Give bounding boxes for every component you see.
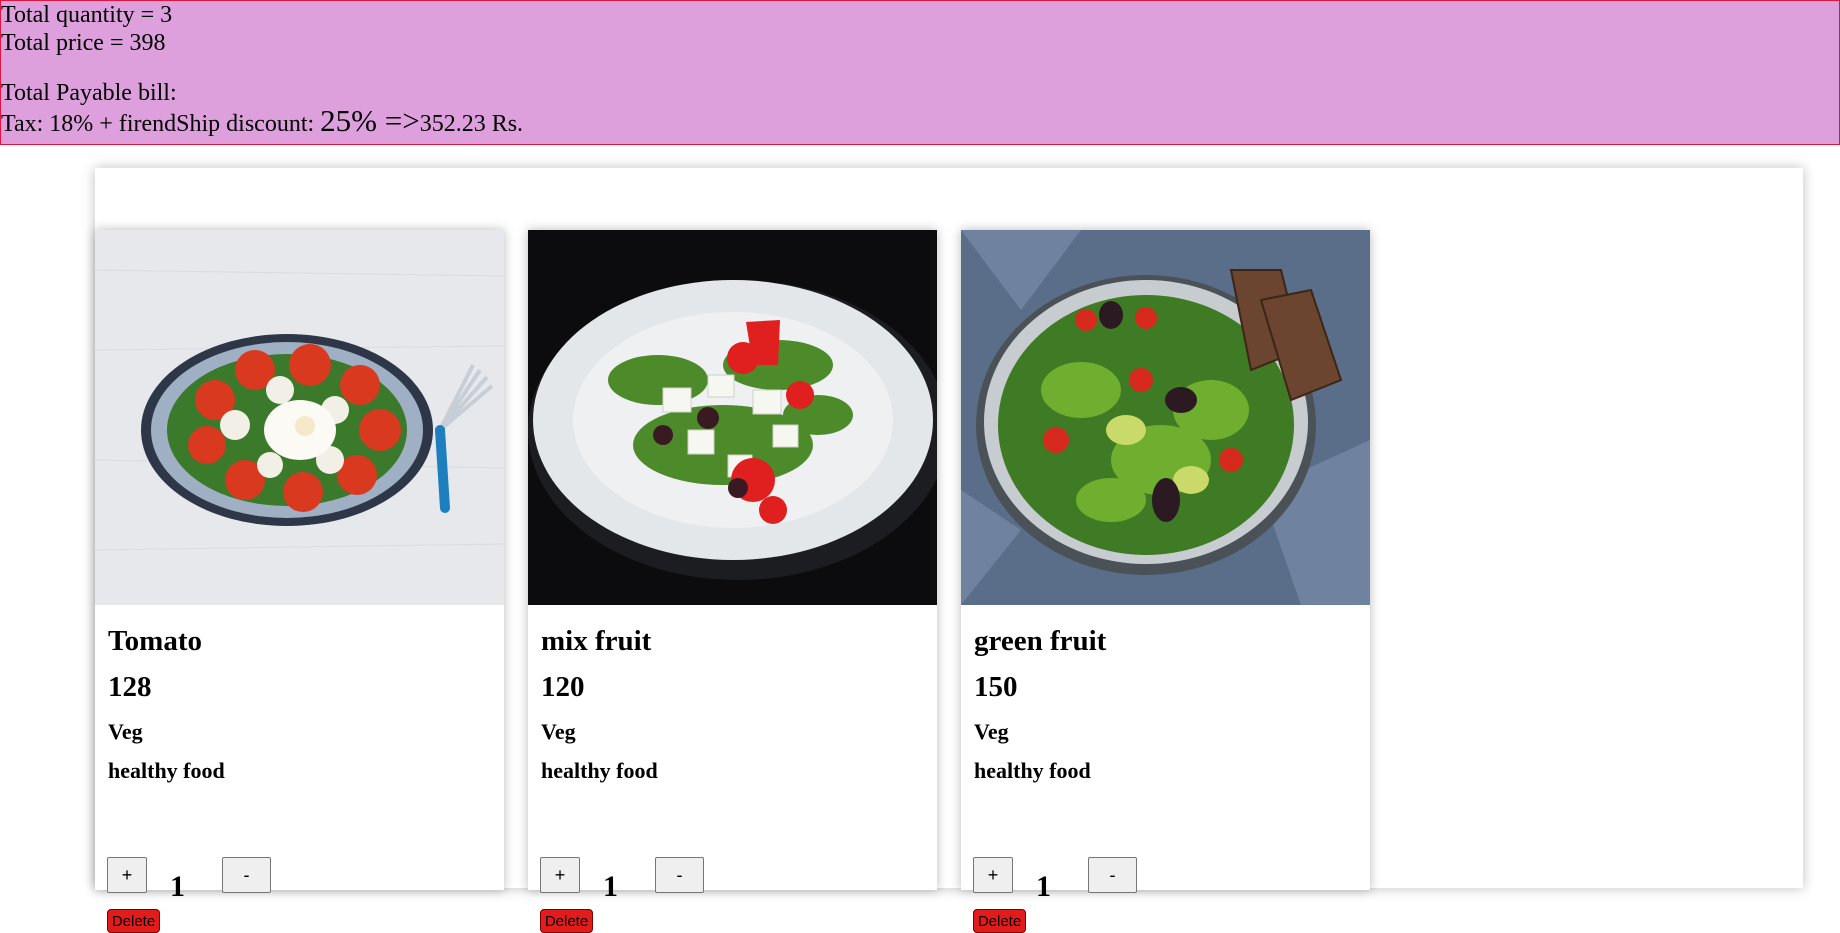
decrement-button[interactable]: - (1088, 857, 1137, 893)
product-panel: Tomato 128 Veg healthy food + 1 - Delete (95, 168, 1803, 933)
decrement-button[interactable]: - (222, 857, 271, 893)
product-image (528, 230, 937, 605)
product-price: 150 (974, 671, 1018, 703)
product-description: healthy food (108, 758, 225, 783)
product-description: healthy food (974, 758, 1091, 783)
discount-value: 25% => (320, 103, 420, 138)
payable-label: Total Payable bill: (1, 80, 177, 106)
delete-button[interactable]: Delete (540, 909, 593, 933)
bill-summary: Total quantity = 3 Total price = 398 Tot… (0, 0, 1840, 145)
product-card: mix fruit 120 Veg healthy food + 1 - Del… (528, 230, 937, 933)
decrement-button[interactable]: - (655, 857, 704, 893)
product-name: Tomato (108, 625, 202, 657)
product-category: Veg (541, 719, 576, 744)
increment-button[interactable]: + (973, 857, 1013, 893)
product-price: 128 (108, 671, 152, 703)
increment-button[interactable]: + (107, 857, 147, 893)
increment-button[interactable]: + (540, 857, 580, 893)
product-card: Tomato 128 Veg healthy food + 1 - Delete (95, 230, 504, 933)
total-quantity: Total quantity = 3 (1, 2, 173, 28)
product-card: green fruit 150 Veg healthy food + 1 - D… (961, 230, 1370, 933)
product-description: healthy food (541, 758, 658, 783)
product-category: Veg (108, 719, 143, 744)
quantity-value: 1 (1036, 870, 1051, 903)
quantity-value: 1 (603, 870, 618, 903)
product-category: Veg (974, 719, 1009, 744)
product-image (961, 230, 1370, 605)
total-price: Total price = 398 (1, 30, 166, 56)
final-amount: 352.23 Rs. (419, 111, 524, 137)
product-image (95, 230, 504, 605)
quantity-value: 1 (170, 870, 185, 903)
delete-button[interactable]: Delete (107, 909, 160, 933)
product-name: green fruit (974, 625, 1107, 657)
tax-line: Tax: 18% + firendShip discount: 25% =>35… (1, 105, 1839, 138)
tax-text: Tax: 18% + firendShip discount: (1, 111, 321, 137)
product-price: 120 (541, 671, 585, 703)
delete-button[interactable]: Delete (973, 909, 1026, 933)
product-name: mix fruit (541, 625, 652, 657)
